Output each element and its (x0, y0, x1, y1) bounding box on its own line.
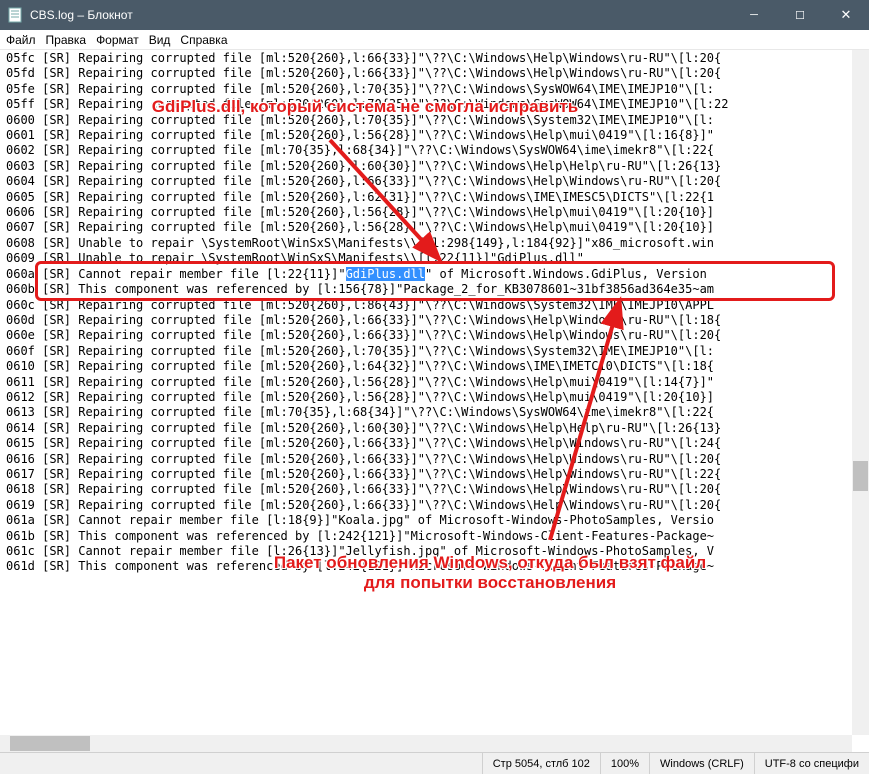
window-title: CBS.log – Блокнот (30, 8, 731, 22)
log-line: 060c [SR] Repairing corrupted file [ml:5… (6, 298, 863, 313)
log-line: 0616 [SR] Repairing corrupted file [ml:5… (6, 452, 863, 467)
log-line: 05fc [SR] Repairing corrupted file [ml:5… (6, 51, 863, 66)
log-line: 060a [SR] Cannot repair member file [l:2… (6, 267, 863, 282)
menu-view[interactable]: Вид (149, 33, 171, 47)
log-line: 0614 [SR] Repairing corrupted file [ml:5… (6, 421, 863, 436)
log-line: 0606 [SR] Repairing corrupted file [ml:5… (6, 205, 863, 220)
status-zoom: 100% (600, 753, 649, 774)
log-line: 0603 [SR] Repairing corrupted file [ml:5… (6, 159, 863, 174)
log-line: 0618 [SR] Repairing corrupted file [ml:5… (6, 482, 863, 497)
log-line: 0613 [SR] Repairing corrupted file [ml:7… (6, 405, 863, 420)
status-position: Стр 5054, стлб 102 (482, 753, 600, 774)
menu-format[interactable]: Формат (96, 33, 139, 47)
status-encoding: UTF-8 со специфи (754, 753, 869, 774)
titlebar: CBS.log – Блокнот ─ ☐ ✕ (0, 0, 869, 30)
menu-help[interactable]: Справка (180, 33, 227, 47)
log-line: 061c [SR] Cannot repair member file [l:2… (6, 544, 863, 559)
selected-text: GdiPlus.dll (346, 267, 425, 281)
minimize-button[interactable]: ─ (731, 0, 777, 30)
log-line: 060d [SR] Repairing corrupted file [ml:5… (6, 313, 863, 328)
menubar: Файл Правка Формат Вид Справка (0, 30, 869, 50)
log-line: 0611 [SR] Repairing corrupted file [ml:5… (6, 375, 863, 390)
log-line: 060f [SR] Repairing corrupted file [ml:5… (6, 344, 863, 359)
status-eol: Windows (CRLF) (649, 753, 754, 774)
log-line: 0604 [SR] Repairing corrupted file [ml:5… (6, 174, 863, 189)
log-line: 0615 [SR] Repairing corrupted file [ml:5… (6, 436, 863, 451)
scroll-thumb-v[interactable] (853, 461, 868, 491)
log-line: 061a [SR] Cannot repair member file [l:1… (6, 513, 863, 528)
maximize-button[interactable]: ☐ (777, 0, 823, 30)
vertical-scrollbar[interactable] (852, 50, 869, 735)
horizontal-scrollbar[interactable] (0, 735, 852, 752)
log-line: 0608 [SR] Unable to repair \SystemRoot\W… (6, 236, 863, 251)
log-line: 05fd [SR] Repairing corrupted file [ml:5… (6, 66, 863, 81)
log-line: 0619 [SR] Repairing corrupted file [ml:5… (6, 498, 863, 513)
log-line: 0612 [SR] Repairing corrupted file [ml:5… (6, 390, 863, 405)
log-line: 0609 [SR] Unable to repair \SystemRoot\W… (6, 251, 863, 266)
statusbar: Стр 5054, стлб 102 100% Windows (CRLF) U… (0, 752, 869, 774)
log-line: 0605 [SR] Repairing corrupted file [ml:5… (6, 190, 863, 205)
log-line: 0610 [SR] Repairing corrupted file [ml:5… (6, 359, 863, 374)
log-line: 05ff [SR] Repairing corrupted file [ml:5… (6, 97, 863, 112)
log-line: 0607 [SR] Repairing corrupted file [ml:5… (6, 220, 863, 235)
log-line: 060b [SR] This component was referenced … (6, 282, 863, 297)
menu-edit[interactable]: Правка (46, 33, 87, 47)
log-line: 060e [SR] Repairing corrupted file [ml:5… (6, 328, 863, 343)
log-line: 061b [SR] This component was referenced … (6, 529, 863, 544)
log-line: 0601 [SR] Repairing corrupted file [ml:5… (6, 128, 863, 143)
scroll-thumb-h[interactable] (10, 736, 90, 751)
log-line: 0617 [SR] Repairing corrupted file [ml:5… (6, 467, 863, 482)
log-line: 0600 [SR] Repairing corrupted file [ml:5… (6, 113, 863, 128)
log-line: 061d [SR] This component was referenced … (6, 559, 863, 574)
menu-file[interactable]: Файл (6, 33, 36, 47)
text-area[interactable]: 05fc [SR] Repairing corrupted file [ml:5… (0, 50, 869, 752)
log-line: 05fe [SR] Repairing corrupted file [ml:5… (6, 82, 863, 97)
close-button[interactable]: ✕ (823, 0, 869, 30)
app-icon (0, 7, 30, 23)
log-line: 0602 [SR] Repairing corrupted file [ml:7… (6, 143, 863, 158)
